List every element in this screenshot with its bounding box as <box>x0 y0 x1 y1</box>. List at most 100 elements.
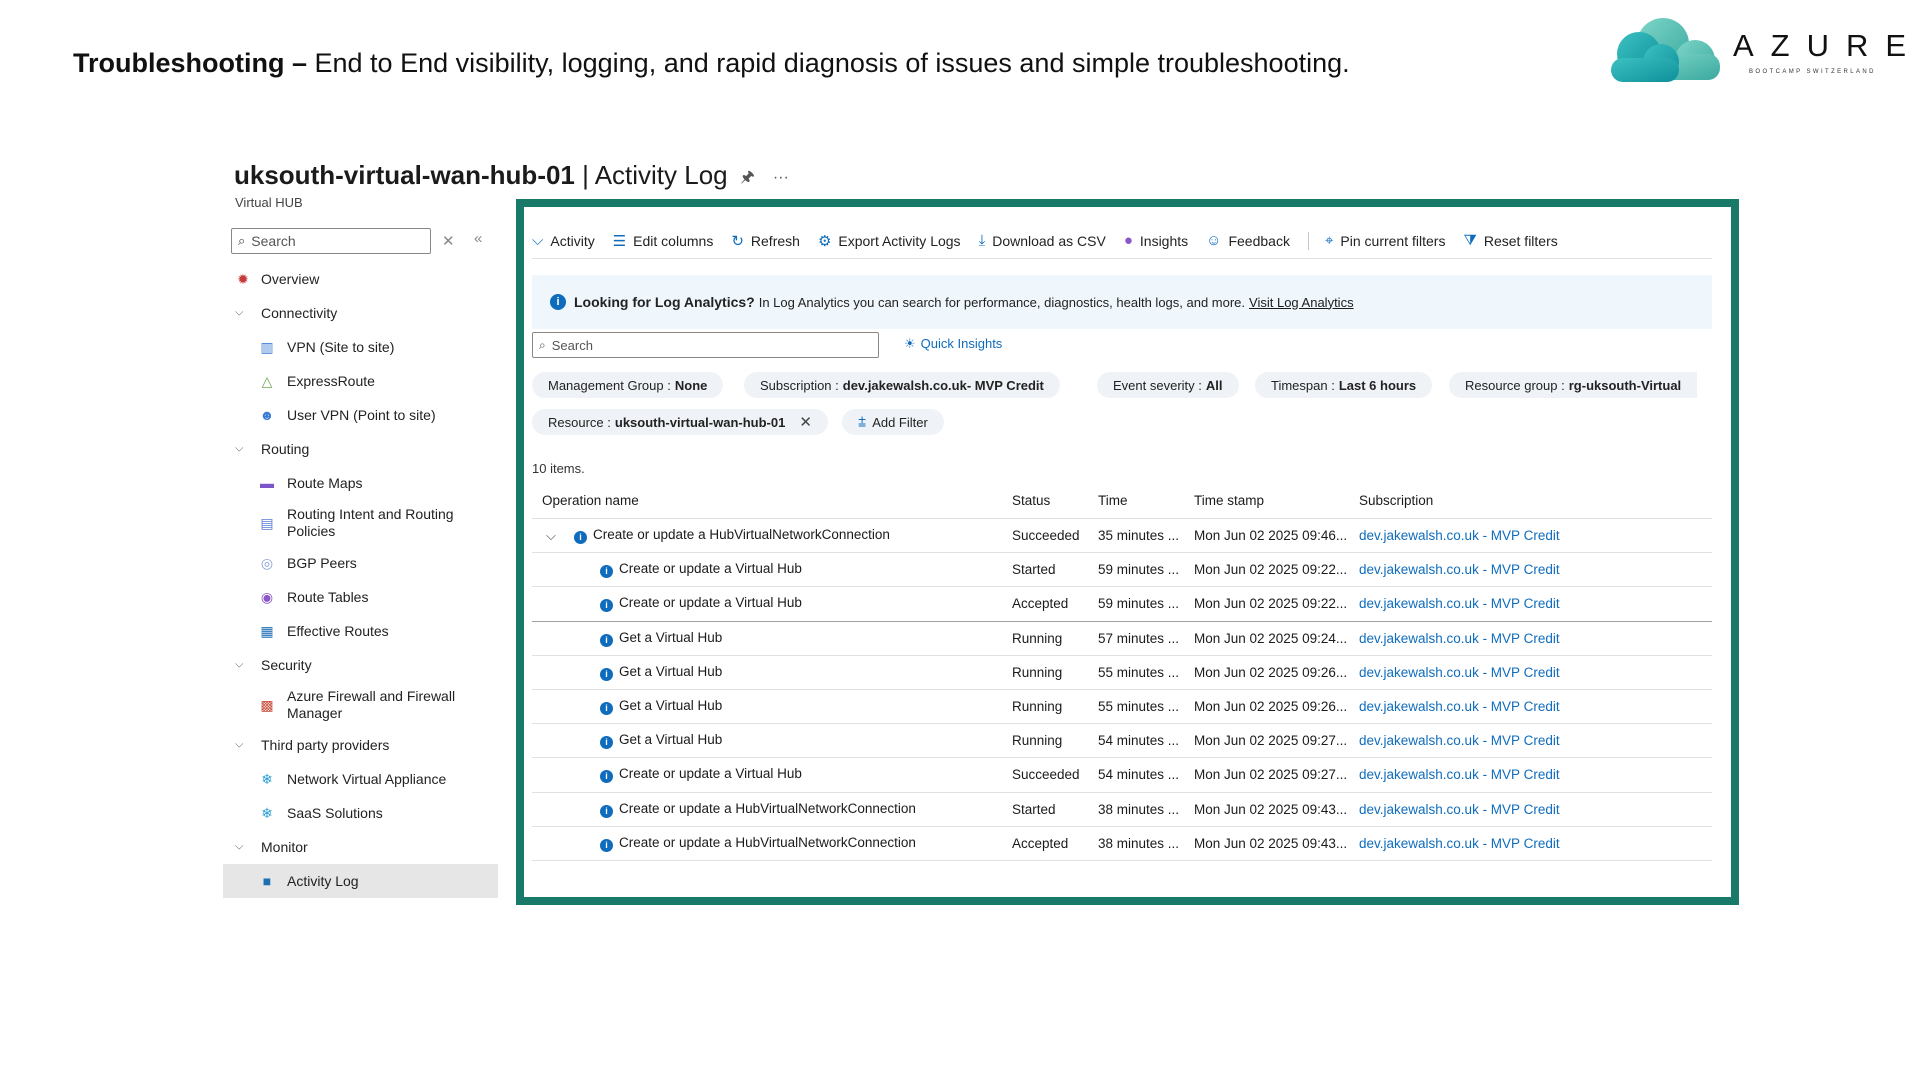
resource-menu: ✹ Overview ⌵ Connectivity ▥ VPN (Site to site… <box>223 262 498 898</box>
sidebar-item-label: Route Tables <box>287 589 369 605</box>
operation-name-cell[interactable]: i Create or update a HubVirtualNetworkCon… <box>600 801 916 818</box>
collapse-icon[interactable]: « <box>474 230 482 247</box>
table-row[interactable]: ⌵ i Create or update a HubVirtualNetworkCo… <box>532 519 1712 554</box>
sidebar-item-routing[interactable]: ⌵ Routing <box>223 432 498 466</box>
operation-name-cell[interactable]: i Create or update a HubVirtualNetworkCon… <box>600 835 916 852</box>
log-search-input[interactable]: ⌕ Search <box>532 332 879 358</box>
subscription-link[interactable]: dev.jakewalsh.co.uk - MVP Credit <box>1359 562 1560 577</box>
more-options-icon[interactable]: ··· <box>773 169 789 186</box>
pin-icon[interactable]: 🖈 <box>740 169 755 186</box>
add-filter-button[interactable]: ⩲ Add Filter <box>842 409 944 435</box>
download-csv-button[interactable]: ⤓ Download as CSV <box>979 232 1106 249</box>
sidebar-item-expressroute[interactable]: △ ExpressRoute <box>223 364 498 398</box>
sidebar-item-routing-intent-and-routing-policies[interactable]: ▤ Routing Intent and Routing Policies <box>223 500 498 546</box>
column-header-time[interactable]: Time <box>1098 493 1128 508</box>
filter-label: Resource : <box>548 414 611 430</box>
table-row[interactable]: i Create or update a HubVirtualNetworkCon… <box>532 793 1712 827</box>
operation-name-cell[interactable]: i Get a Virtual Hub <box>600 732 722 750</box>
operation-name-cell[interactable]: i Create or update a Virtual Hub <box>600 561 802 579</box>
export-button[interactable]: ⚙ Export Activity Logs <box>818 232 961 250</box>
subscription-link[interactable]: dev.jakewalsh.co.uk - MVP Credit <box>1359 596 1560 611</box>
info-icon: i <box>550 294 566 310</box>
filter-label: Timespan : <box>1271 377 1335 393</box>
sidebar-item-route-maps[interactable]: ▬ Route Maps <box>223 466 498 500</box>
filter-management-group[interactable]: Management Group : None <box>532 372 724 398</box>
sidebar-item-third-party-providers[interactable]: ⌵ Third party providers <box>223 728 498 762</box>
sidebar-item-connectivity[interactable]: ⌵ Connectivity <box>223 296 498 330</box>
sidebar-item-saas-solutions[interactable]: ❄ SaaS Solutions <box>223 796 498 830</box>
info-icon: i <box>600 702 613 716</box>
sidebar-item-overview[interactable]: ✹ Overview <box>223 262 498 296</box>
refresh-button[interactable]: ↻ Refresh <box>731 232 800 250</box>
sidebar-item-label: BGP Peers <box>287 555 357 571</box>
sidebar-item-label: ExpressRoute <box>287 373 375 389</box>
column-header-operation[interactable]: Operation name <box>542 493 639 508</box>
operation-name-cell[interactable]: i Create or update a HubVirtualNetworkCon… <box>574 527 890 545</box>
column-header-subscription[interactable]: Subscription <box>1359 493 1433 508</box>
sidebar-item-user-vpn-point-to-site[interactable]: ☻ User VPN (Point to site) <box>223 398 498 432</box>
subscription-link[interactable]: dev.jakewalsh.co.uk - MVP Credit <box>1359 631 1560 646</box>
sidebar-item-network-virtual-appliance[interactable]: ❄ Network Virtual Appliance <box>223 762 498 796</box>
table-row[interactable]: i Create or update a HubVirtualNetworkCon… <box>532 827 1712 861</box>
table-row[interactable]: i Create or update a Virtual Hub Accepted 5… <box>532 587 1712 622</box>
sidebar-item-bgp-peers[interactable]: ◎ BGP Peers <box>223 546 498 580</box>
subscription-link[interactable]: dev.jakewalsh.co.uk - MVP Credit <box>1359 528 1560 543</box>
filter-timespan[interactable]: Timespan : Last 6 hours <box>1255 372 1433 398</box>
remove-filter-icon[interactable]: ✕ <box>799 413 812 431</box>
chevron-down-icon[interactable]: ⌵ <box>235 307 243 320</box>
sidebar-item-route-tables[interactable]: ◉ Route Tables <box>223 580 498 614</box>
feedback-button[interactable]: ☺ Feedback <box>1206 232 1290 249</box>
sidebar-item-activity-log[interactable]: ■ Activity Log <box>223 864 498 898</box>
table-row[interactable]: i Create or update a Virtual Hub Started 59… <box>532 553 1712 588</box>
nav-search-input[interactable]: ⌕ Search <box>231 228 431 254</box>
sidebar-item-monitor[interactable]: ⌵ Monitor <box>223 830 498 864</box>
time-cell: 35 minutes ... <box>1098 528 1180 544</box>
status-cell: Succeeded <box>1012 767 1080 783</box>
filter-subscription[interactable]: Subscription : dev.jakewalsh.co.uk - MVP … <box>744 372 1060 398</box>
filter-resource[interactable]: Resource : uksouth-virtual-wan-hub-01 ✕ <box>532 409 828 435</box>
column-header-status[interactable]: Status <box>1012 493 1050 508</box>
sidebar-item-effective-routes[interactable]: ▦ Effective Routes <box>223 614 498 648</box>
chevron-down-icon[interactable]: ⌵ <box>235 739 243 752</box>
table-row[interactable]: i Get a Virtual Hub Running 55 minutes ... M… <box>532 690 1712 725</box>
filter-resource-group[interactable]: Resource group : rg-uksouth-Virtual <box>1449 372 1698 398</box>
reset-filters-button[interactable]: ⧩ Reset filters <box>1463 232 1557 249</box>
table-row[interactable]: i Create or update a Virtual Hub Succeeded… <box>532 758 1712 793</box>
sidebar-item-vpn-site-to-site[interactable]: ▥ VPN (Site to site) <box>223 330 498 364</box>
visit-log-analytics-link[interactable]: Visit Log Analytics <box>1249 295 1354 310</box>
operation-name-cell[interactable]: i Create or update a Virtual Hub <box>600 766 802 784</box>
table-row[interactable]: i Get a Virtual Hub Running 54 minutes ... M… <box>532 724 1712 759</box>
filter-value: None <box>674 377 708 393</box>
sidebar-item-label: Network Virtual Appliance <box>287 771 447 787</box>
chevron-down-icon[interactable]: ⌵ <box>235 841 243 854</box>
operation-name-cell[interactable]: i Create or update a Virtual Hub <box>600 595 802 613</box>
chevron-down-icon[interactable]: ⌵ <box>235 659 243 672</box>
operation-name-cell[interactable]: i Get a Virtual Hub <box>600 698 722 716</box>
route-tables-icon: ◉ <box>260 589 274 605</box>
operation-name-cell[interactable]: i Get a Virtual Hub <box>600 630 722 647</box>
column-header-timestamp[interactable]: Time stamp <box>1194 493 1264 508</box>
table-row[interactable]: i Get a Virtual Hub Running 55 minutes ... M… <box>532 656 1712 690</box>
table-row[interactable]: i Get a Virtual Hub Running 57 minutes ... M… <box>532 622 1712 656</box>
sidebar-item-security[interactable]: ⌵ Security <box>223 648 498 682</box>
subscription-link[interactable]: dev.jakewalsh.co.uk - MVP Credit <box>1359 767 1560 782</box>
activity-button[interactable]: ⌵ Activity <box>532 232 595 249</box>
filter-event-severity[interactable]: Event severity : All <box>1097 372 1239 398</box>
close-icon[interactable]: ✕ <box>442 232 455 250</box>
subscription-link[interactable]: dev.jakewalsh.co.uk - MVP Credit <box>1359 802 1560 817</box>
quick-insights-link[interactable]: ☀ Quick Insights <box>904 336 1002 352</box>
subscription-link[interactable]: dev.jakewalsh.co.uk - MVP Credit <box>1359 699 1560 714</box>
sidebar-item-azure-firewall-and-firewall-manager[interactable]: ▩ Azure Firewall and Firewall Manager <box>223 682 498 728</box>
subscription-link[interactable]: dev.jakewalsh.co.uk - MVP Credit <box>1359 733 1560 748</box>
operation-name-cell[interactable]: i Get a Virtual Hub <box>600 664 722 681</box>
pin-filters-button[interactable]: ⌖ Pin current filters <box>1325 232 1446 249</box>
insights-button[interactable]: ● Insights <box>1124 232 1188 249</box>
chevron-down-icon[interactable]: ⌵ <box>546 528 556 544</box>
subscription-link[interactable]: dev.jakewalsh.co.uk - MVP Credit <box>1359 665 1560 680</box>
edit-columns-button[interactable]: ☰ Edit columns <box>613 232 714 250</box>
filter-value-suffix: - MVP Credit <box>966 377 1044 393</box>
insights-pin-icon: ● <box>1123 232 1133 249</box>
logo-subtitle: BOOTCAMP SWITZERLAND <box>1749 69 1876 75</box>
chevron-down-icon[interactable]: ⌵ <box>235 443 243 456</box>
subscription-link[interactable]: dev.jakewalsh.co.uk - MVP Credit <box>1359 836 1560 851</box>
